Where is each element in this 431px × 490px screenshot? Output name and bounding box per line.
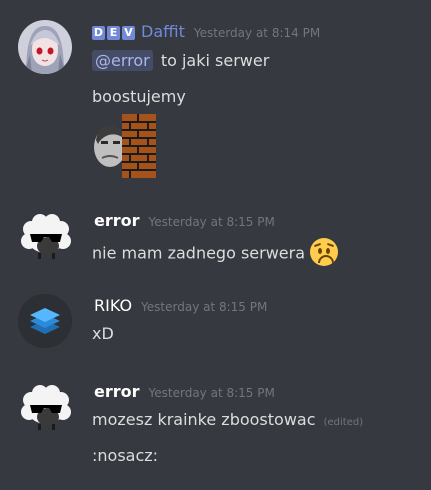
face-with-brick-wall-emoji[interactable] (92, 114, 156, 178)
username[interactable]: error (94, 211, 140, 230)
avatar-riko[interactable] (18, 294, 72, 348)
tag-letter: D (92, 26, 105, 40)
message-text: :nosacz: (92, 446, 159, 465)
timestamp: Yesterday at 8:15 PM (148, 386, 275, 400)
message-text-body: nie mam zadnego serwera (92, 243, 306, 263)
message-text: mozesz krainke zboostowac (edited) (92, 410, 363, 429)
message-text: @error to jaki serwer (92, 50, 270, 71)
worried-face-emoji-icon[interactable] (310, 238, 339, 266)
message-header: error Yesterday at 8:15 PM (92, 382, 275, 401)
message-text: nie mam zadnego serwera (92, 238, 339, 268)
tag-letter: E (107, 26, 120, 40)
avatar-error[interactable] (18, 380, 72, 434)
username[interactable]: RIKO (94, 296, 132, 315)
sheep-sunglasses-avatar-icon (18, 209, 72, 263)
message-header: D E V Daffit Yesterday at 8:14 PM (92, 22, 320, 41)
timestamp: Yesterday at 8:15 PM (148, 215, 275, 229)
message-text-rest: to jaki serwer (160, 51, 270, 70)
avatar-daffit[interactable] (18, 20, 72, 74)
face-with-brick-wall-emoji-icon (94, 114, 156, 178)
edited-indicator: (edited) (323, 417, 364, 428)
message-text: xD (92, 324, 114, 343)
message-text-body: mozesz krainke zboostowac (92, 410, 316, 429)
message-header: error Yesterday at 8:15 PM (92, 211, 275, 230)
sheep-sunglasses-avatar-icon (18, 380, 72, 434)
tag-letter: V (122, 26, 135, 40)
username[interactable]: error (94, 382, 140, 401)
anime-girl-avatar-icon (18, 20, 72, 74)
layers-stack-avatar-icon (18, 294, 72, 348)
message-header: RIKO Yesterday at 8:15 PM (92, 296, 267, 315)
timestamp: Yesterday at 8:15 PM (141, 300, 268, 314)
user-mention[interactable]: @error (92, 50, 153, 71)
avatar-error[interactable] (18, 209, 72, 263)
timestamp: Yesterday at 8:14 PM (193, 26, 321, 40)
username[interactable]: Daffit (141, 22, 185, 41)
message-text: boostujemy (92, 87, 186, 106)
